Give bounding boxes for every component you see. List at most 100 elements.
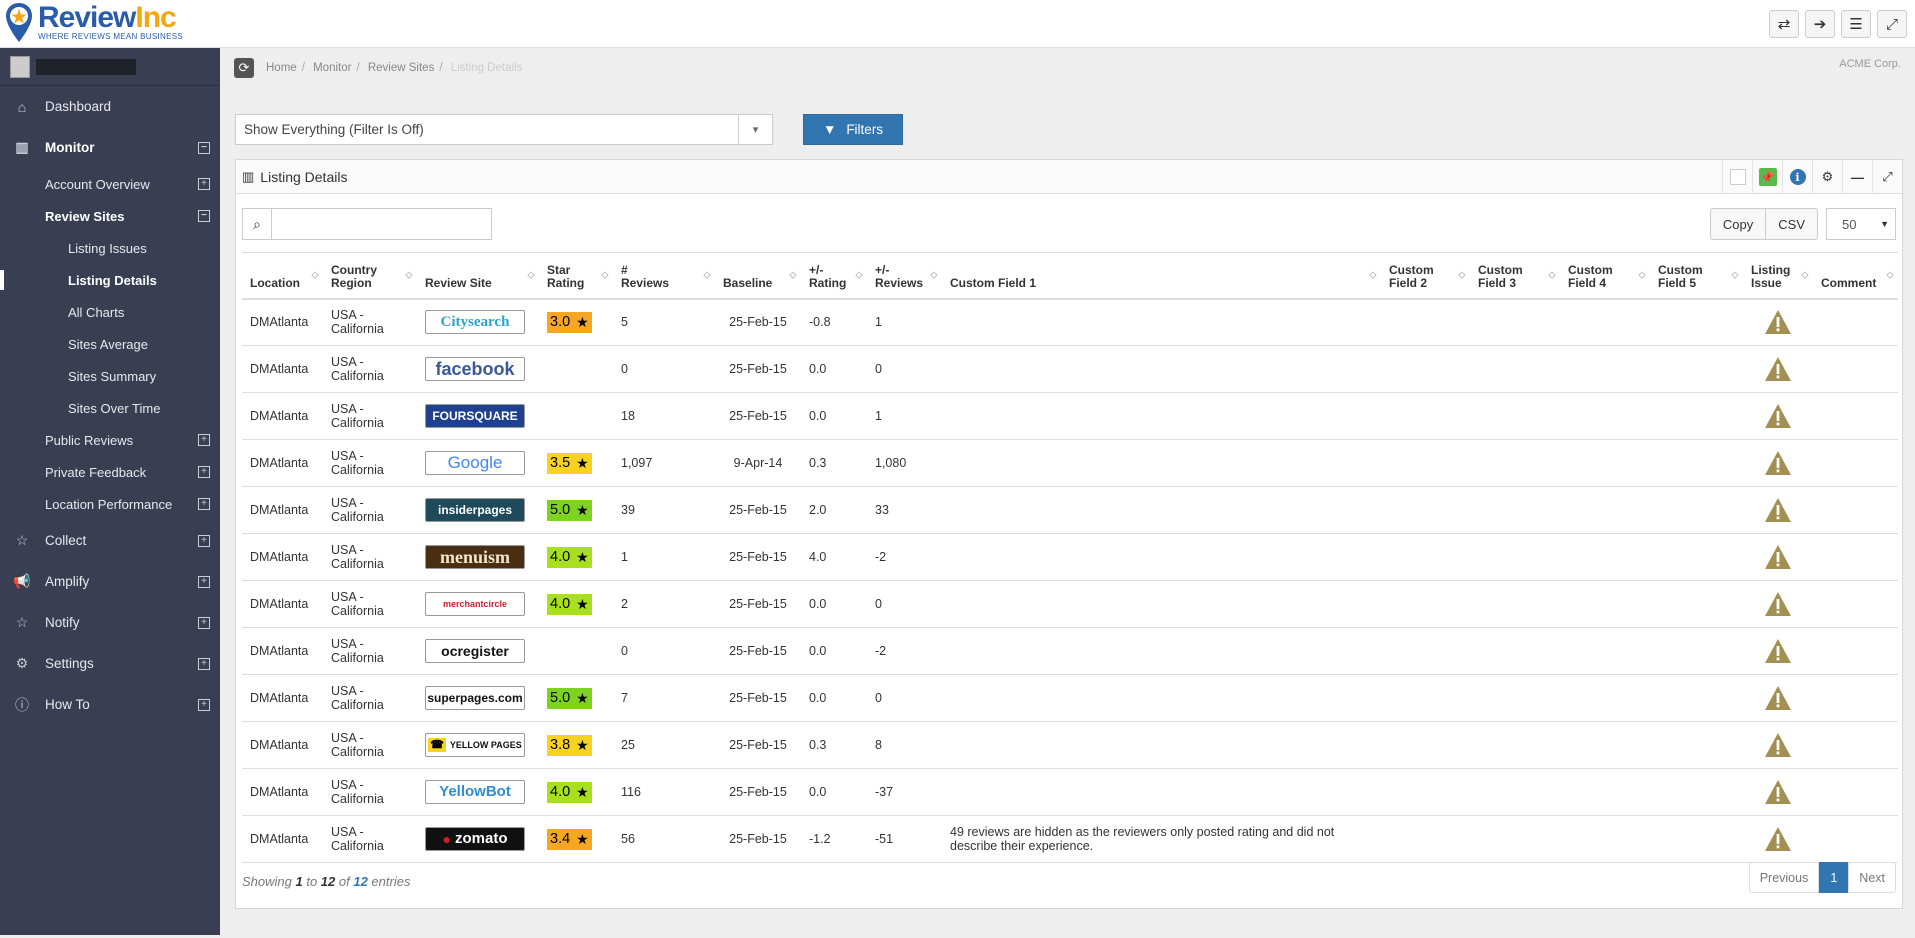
- sidebar-item-amplify[interactable]: 📢 Amplify +: [0, 561, 220, 602]
- sidebar-item-all-charts[interactable]: All Charts: [0, 296, 220, 328]
- column-header--reviews[interactable]: # Reviews ◇: [613, 252, 715, 300]
- sidebar-item-sites-average[interactable]: Sites Average: [0, 328, 220, 360]
- expand-plus-icon[interactable]: +: [198, 178, 210, 190]
- warning-icon[interactable]: [1751, 685, 1805, 711]
- filters-button[interactable]: ▼ Filters: [803, 114, 903, 145]
- expand-icon[interactable]: ⤢: [1872, 160, 1902, 194]
- column-header-comment[interactable]: Comment ◇: [1813, 252, 1898, 300]
- reviewinc-logo[interactable]: ReviewInc WHERE REVIEWS MEAN BUSINESS: [4, 2, 183, 46]
- avatar[interactable]: [10, 55, 30, 78]
- panel-color-button[interactable]: [1722, 160, 1752, 194]
- column-header-custom-field-5[interactable]: Custom Field 5 ◇: [1650, 252, 1743, 300]
- column-header-country-region[interactable]: Country Region ◇: [323, 252, 417, 300]
- warning-icon[interactable]: [1751, 403, 1805, 429]
- previous-page-button[interactable]: Previous: [1748, 862, 1820, 893]
- logout-icon[interactable]: ➔: [1805, 10, 1835, 38]
- sidebar-item-location-performance[interactable]: Location Performance +: [0, 488, 220, 520]
- cell-custom-field-4: [1560, 627, 1650, 675]
- column-header-custom-field-1[interactable]: Custom Field 1 ◇: [942, 252, 1381, 300]
- expand-plus-icon[interactable]: +: [198, 698, 210, 711]
- warning-icon[interactable]: [1751, 591, 1805, 617]
- sort-icon: ◇: [1886, 269, 1894, 280]
- csv-button[interactable]: CSV: [1766, 208, 1818, 240]
- column-header-location[interactable]: Location ◇: [242, 252, 323, 300]
- collapse-minus-icon[interactable]: −: [198, 210, 210, 222]
- sidebar-item-how-to[interactable]: ⓘ How To +: [0, 684, 220, 725]
- cell-custom-field-5: [1650, 627, 1743, 675]
- column-header-baseline[interactable]: Baseline ◇: [715, 252, 801, 300]
- breadcrumb-review-sites[interactable]: Review Sites: [368, 62, 434, 74]
- warning-icon[interactable]: [1751, 732, 1805, 758]
- sidebar-item-account-overview[interactable]: Account Overview +: [0, 168, 220, 200]
- column-header-custom-field-4[interactable]: Custom Field 4 ◇: [1560, 252, 1650, 300]
- warning-icon[interactable]: [1751, 779, 1805, 805]
- filter-select[interactable]: Show Everything (Filter Is Off) ▾: [235, 114, 773, 145]
- home-icon: ⌂: [17, 98, 27, 115]
- menu-icon[interactable]: ☰: [1841, 10, 1871, 38]
- sidebar-item-notify[interactable]: ☆ Notify +: [0, 602, 220, 643]
- sidebar-item-monitor[interactable]: ▥ Monitor −: [0, 127, 220, 168]
- sidebar-item-settings[interactable]: ⚙ Settings +: [0, 643, 220, 684]
- info-icon[interactable]: i: [1782, 160, 1812, 194]
- gear-icon[interactable]: ⚙: [1812, 160, 1842, 194]
- user-bar[interactable]: [0, 48, 220, 86]
- sidebar-item-sites-summary[interactable]: Sites Summary: [0, 360, 220, 392]
- sidebar-item-listing-details[interactable]: Listing Details: [0, 264, 220, 296]
- column-header-custom-field-3[interactable]: Custom Field 3 ◇: [1470, 252, 1560, 300]
- breadcrumb-home[interactable]: Home: [266, 62, 297, 74]
- cell-listing-issue: [1743, 627, 1813, 675]
- expand-plus-icon[interactable]: +: [198, 466, 210, 478]
- sidebar-item-listing-issues[interactable]: Listing Issues: [0, 232, 220, 264]
- refresh-icon[interactable]: ⟳: [234, 58, 254, 78]
- sidebar-item-public-reviews[interactable]: Public Reviews +: [0, 424, 220, 456]
- column-header--rating[interactable]: +/- Rating ◇: [801, 252, 867, 300]
- expand-plus-icon[interactable]: +: [198, 498, 210, 510]
- sort-icon: ◇: [1548, 269, 1556, 280]
- pin-icon[interactable]: 📌: [1752, 160, 1782, 194]
- copy-button[interactable]: Copy: [1709, 208, 1767, 240]
- column-header--reviews[interactable]: +/- Reviews ◇: [867, 252, 942, 300]
- sidebar-item-label: Private Feedback: [45, 464, 147, 480]
- page-1-button[interactable]: 1: [1819, 862, 1849, 893]
- warning-icon[interactable]: [1751, 497, 1805, 523]
- sidebar-item-private-feedback[interactable]: Private Feedback +: [0, 456, 220, 488]
- collapse-icon[interactable]: —: [1842, 160, 1872, 194]
- info-from: 1: [295, 874, 303, 889]
- next-page-button[interactable]: Next: [1848, 862, 1896, 893]
- expand-plus-icon[interactable]: +: [198, 534, 210, 547]
- main-content: ⟳ Home / Monitor / Review Sites / Listing D…: [220, 48, 1915, 938]
- cell-baseline: 25-Feb-15: [715, 392, 801, 440]
- sidebar-item-review-sites[interactable]: Review Sites −: [0, 200, 220, 232]
- column-header-custom-field-2[interactable]: Custom Field 2 ◇: [1381, 252, 1470, 300]
- cell-review-site: insiderpages: [417, 486, 539, 534]
- warning-icon[interactable]: [1751, 309, 1805, 335]
- breadcrumb-monitor[interactable]: Monitor: [313, 62, 351, 74]
- collapse-minus-icon[interactable]: −: [198, 141, 210, 154]
- expand-plus-icon[interactable]: +: [198, 434, 210, 446]
- warning-icon[interactable]: [1751, 826, 1805, 852]
- expand-plus-icon[interactable]: +: [198, 657, 210, 670]
- warning-icon[interactable]: [1751, 356, 1805, 382]
- cell-listing-issue: [1743, 486, 1813, 534]
- expand-plus-icon[interactable]: +: [198, 616, 210, 629]
- warning-icon[interactable]: [1751, 638, 1805, 664]
- page-length-select[interactable]: 50 ▼: [1826, 208, 1896, 240]
- cell-delta-rating: 0.0: [801, 674, 867, 722]
- fullscreen-icon[interactable]: ⤢: [1877, 10, 1907, 38]
- column-header-review-site[interactable]: Review Site ◇: [417, 252, 539, 300]
- expand-plus-icon[interactable]: +: [198, 575, 210, 588]
- sidebar-item-sites-over-time[interactable]: Sites Over Time: [0, 392, 220, 424]
- warning-icon[interactable]: [1751, 544, 1805, 570]
- search-input[interactable]: [272, 208, 492, 240]
- cell-custom-field-3: [1470, 768, 1560, 816]
- column-header-listing-issue[interactable]: Listing Issue ◇: [1743, 252, 1813, 300]
- cell-region: USA - California: [323, 533, 417, 581]
- cell-location: DMAtlanta: [242, 674, 323, 722]
- column-header-star-rating[interactable]: Star Rating ◇: [539, 252, 613, 300]
- warning-icon[interactable]: [1751, 450, 1805, 476]
- sort-icon: ◇: [1369, 269, 1377, 280]
- switch-icon[interactable]: ⇄: [1769, 10, 1799, 38]
- sidebar-item-dashboard[interactable]: ⌂ Dashboard: [0, 86, 220, 127]
- chevron-down-icon[interactable]: ▾: [738, 115, 772, 144]
- sidebar-item-collect[interactable]: ☆ Collect +: [0, 520, 220, 561]
